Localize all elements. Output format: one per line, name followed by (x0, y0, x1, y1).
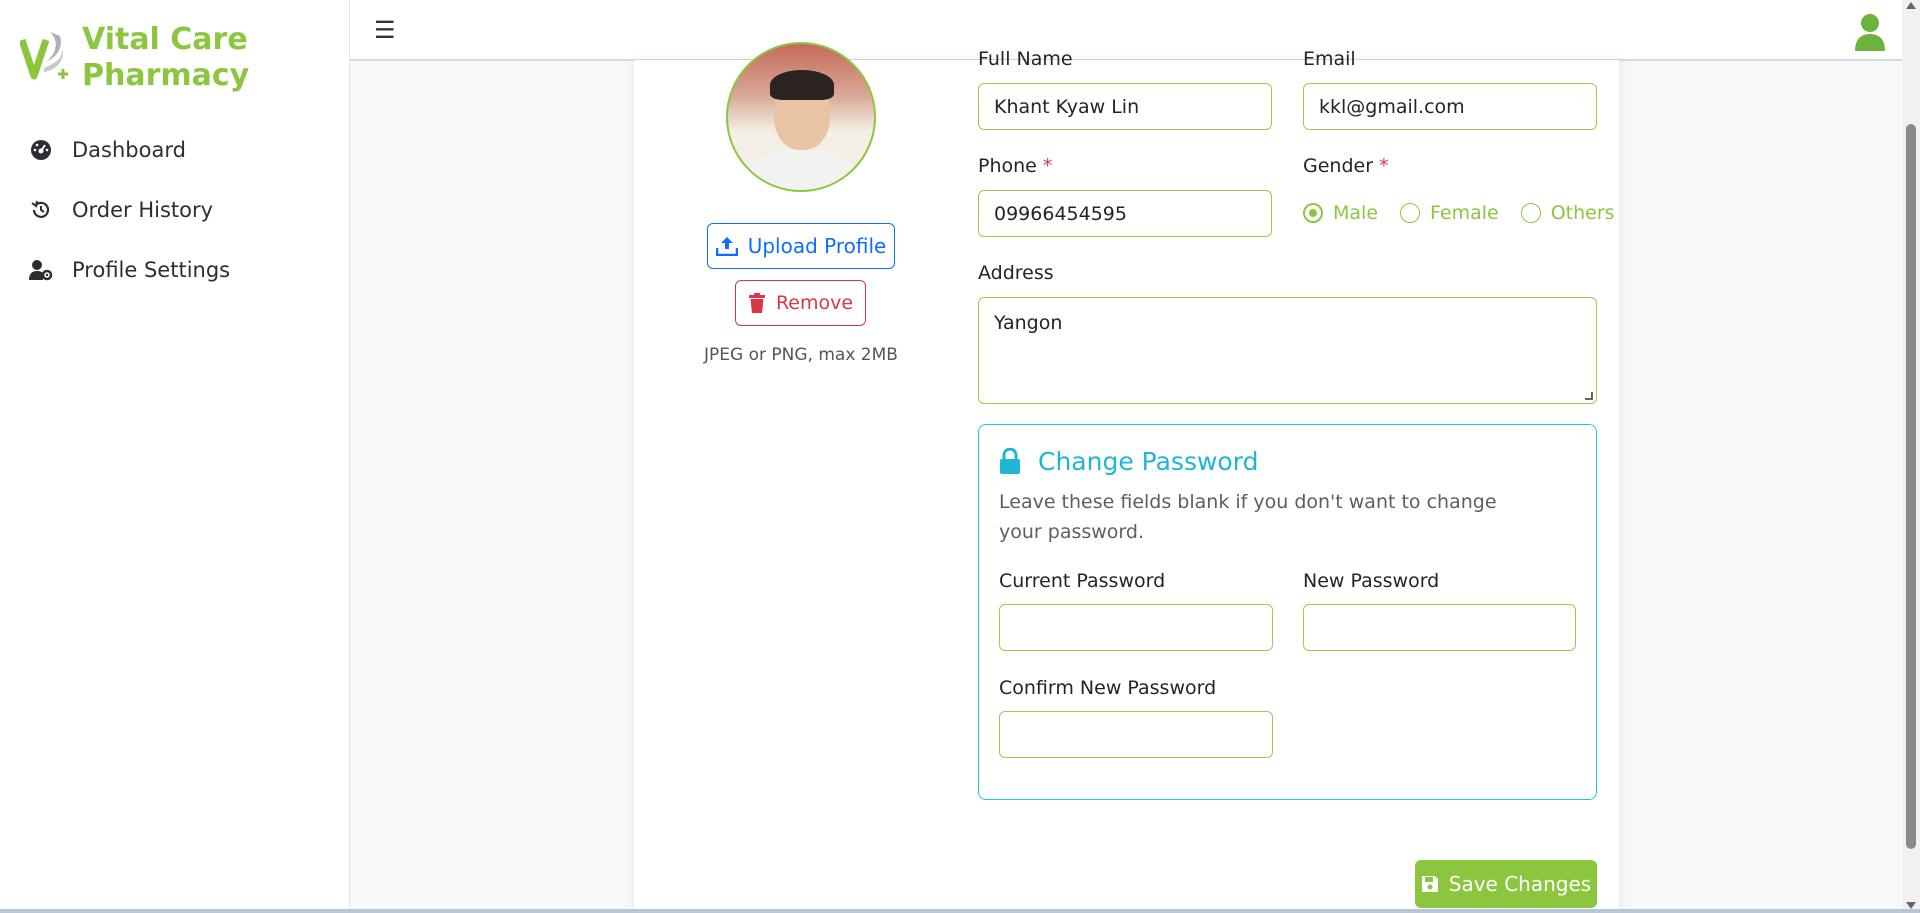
sidebar-item-profile-settings[interactable]: Profile Settings (28, 240, 230, 300)
full-name-input[interactable]: Khant Kyaw Lin (978, 83, 1272, 130)
dashboard-gauge-icon (28, 137, 54, 163)
upload-profile-label: Upload Profile (747, 234, 887, 258)
upload-icon (715, 237, 738, 256)
full-name-label: Full Name (978, 48, 1073, 70)
gender-label-text: Gender (1303, 155, 1374, 177)
sidebar-nav: Dashboard Order History Profile Settings (28, 120, 230, 300)
required-marker: * (1042, 155, 1053, 177)
gender-option-label: Male (1333, 202, 1379, 224)
address-label: Address (978, 262, 1054, 284)
confirm-password-input[interactable] (999, 711, 1273, 758)
gender-label: Gender * (1303, 155, 1389, 177)
gender-option-label: Others (1550, 202, 1615, 224)
sidebar-item-label: Profile Settings (72, 258, 231, 282)
brand[interactable]: Vital Care Pharmacy (20, 22, 249, 94)
scroll-down-arrow-icon[interactable] (1906, 902, 1916, 909)
vertical-scrollbar[interactable] (1902, 0, 1920, 913)
brand-name-line1: Vital Care (82, 22, 248, 57)
gender-option-male[interactable]: Male (1303, 202, 1378, 224)
email-input[interactable]: kkl@gmail.com (1303, 83, 1597, 130)
confirm-password-label: Confirm New Password (999, 677, 1217, 699)
phone-label-text: Phone (978, 155, 1037, 177)
save-icon (1421, 876, 1438, 892)
gender-option-others[interactable]: Others (1520, 202, 1615, 224)
sidebar-item-label: Order History (72, 198, 214, 222)
save-changes-button[interactable]: Save Changes (1415, 860, 1597, 908)
sidebar-item-label: Dashboard (72, 138, 186, 162)
brand-name-line2: Pharmacy (82, 58, 250, 93)
remove-profile-label: Remove (775, 292, 854, 314)
pharmacy-logo-icon (20, 32, 68, 80)
address-value: Yangon (994, 312, 1063, 334)
profile-avatar (726, 42, 876, 192)
user-icon[interactable] (1853, 13, 1887, 51)
lock-icon (1000, 448, 1020, 474)
new-password-input[interactable] (1303, 604, 1576, 651)
sidebar-item-order-history[interactable]: Order History (28, 180, 230, 240)
gender-option-label: Female (1430, 202, 1499, 224)
change-password-description: Leave these fields blank if you don't wa… (999, 491, 1497, 543)
trash-icon (748, 293, 765, 313)
radio-unchecked[interactable] (1400, 203, 1421, 223)
address-textarea[interactable]: Yangon (978, 297, 1597, 404)
remove-profile-button[interactable]: Remove (735, 280, 866, 326)
topbar: ☰ (350, 0, 1902, 61)
current-password-input[interactable] (999, 604, 1273, 651)
phone-input[interactable]: 09966454595 (978, 190, 1272, 237)
scroll-thumb[interactable] (1906, 124, 1916, 849)
user-gear-icon (28, 257, 54, 283)
horizontal-scrollbar[interactable] (0, 909, 1920, 913)
save-changes-label: Save Changes (1448, 872, 1592, 896)
radio-unchecked[interactable] (1520, 203, 1541, 223)
current-password-label: Current Password (999, 570, 1166, 592)
hamburger-icon[interactable]: ☰ (374, 16, 396, 45)
radio-checked[interactable] (1303, 203, 1323, 223)
email-label: Email (1303, 48, 1356, 70)
scroll-up-arrow-icon[interactable] (1906, 2, 1916, 9)
history-icon (28, 197, 54, 223)
phone-label: Phone * (978, 155, 1052, 177)
sidebar-item-dashboard[interactable]: Dashboard (28, 120, 230, 180)
gender-option-female[interactable]: Female (1400, 202, 1499, 224)
gender-radio-group: Male Female Others (1303, 202, 1637, 224)
upload-profile-button[interactable]: Upload Profile (707, 223, 895, 269)
new-password-label: New Password (1303, 570, 1440, 592)
resize-handle[interactable] (1585, 392, 1593, 400)
required-marker: * (1379, 155, 1389, 177)
file-hint: JPEG or PNG, max 2MB (704, 345, 898, 365)
sidebar: Vital Care Pharmacy Dashboard Order Hist… (0, 0, 350, 913)
change-password-title: Change Password (1038, 447, 1259, 476)
